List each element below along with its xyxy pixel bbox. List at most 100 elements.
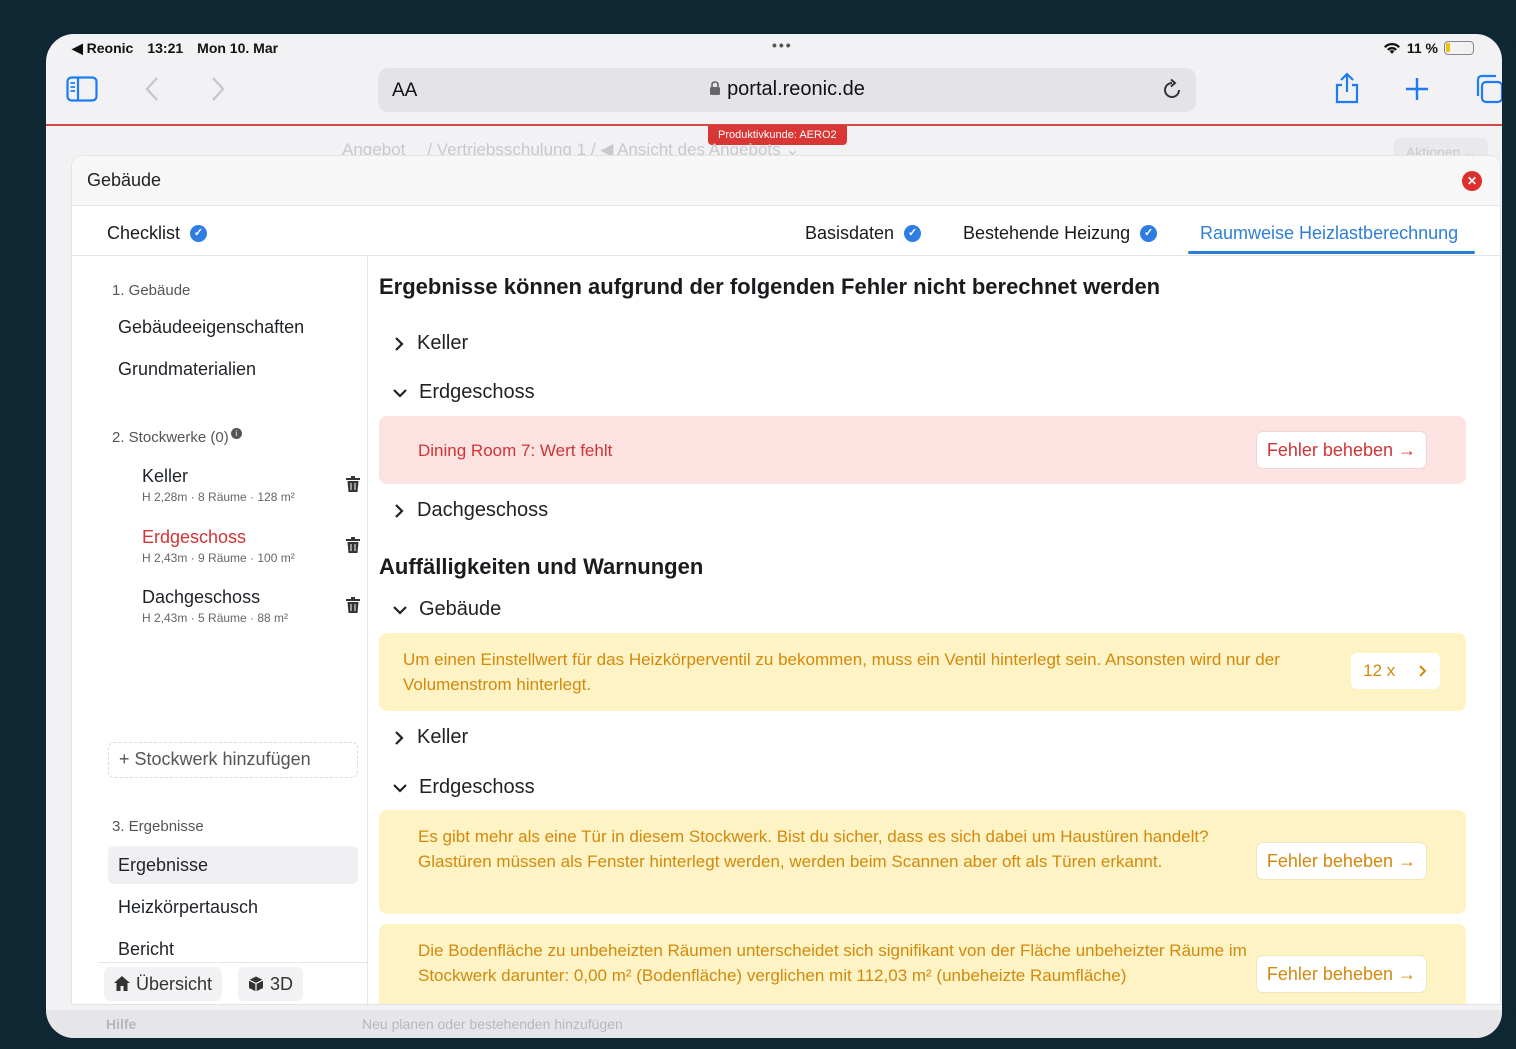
floor-name: Erdgeschoss	[142, 527, 247, 547]
modal-title: Gebäude	[87, 170, 162, 190]
warning-message: Es gibt mehr als eine Tür in diesem Stoc…	[418, 827, 1209, 871]
section-label: 2. Stockwerke (0) i	[112, 428, 242, 446]
accordion-label: Erdgeschoss	[419, 381, 535, 403]
warnings-heading: Auffälligkeiten und Warnungen	[379, 554, 704, 579]
modal-header: Gebäude ✕	[72, 156, 1500, 206]
fix-warning-button[interactable]: Fehler beheben →	[1256, 843, 1426, 879]
accordion-label: Gebäude	[419, 598, 502, 620]
3d-label: 3D	[270, 974, 294, 994]
modal-tabs: Checklist ✓ Basisdaten ✓ Bestehende Heiz…	[72, 206, 1500, 256]
accordion-label: Erdgeschoss	[419, 776, 535, 798]
chevron-right-icon	[1419, 665, 1427, 677]
sidebar-toggle-icon[interactable]	[66, 76, 98, 102]
background-footer: Hilfe Neu planen oder bestehenden hinzuf…	[46, 1010, 1502, 1038]
fix-error-button[interactable]: Fehler beheben →	[1256, 432, 1426, 468]
floor-item-erdgeschoss[interactable]: Erdgeschoss H 2,43m · 9 Räume · 100 m²	[142, 527, 358, 565]
floor-name: Keller	[142, 466, 189, 486]
close-modal-button[interactable]: ✕	[1462, 171, 1482, 191]
cube-icon	[248, 976, 264, 992]
accordion-keller-errors[interactable]: Keller	[393, 332, 468, 355]
back-to-app[interactable]: ◀ Reonic	[72, 40, 133, 57]
status-time: 13:21	[147, 40, 184, 56]
tab-heizung-label: Bestehende Heizung	[963, 223, 1131, 243]
check-icon: ✓	[1140, 225, 1158, 242]
status-date: Mon 10. Mar	[197, 40, 279, 56]
tab-bestehende-heizung[interactable]: Bestehende Heizung ✓	[963, 223, 1158, 244]
floor-name: Dachgeschoss	[142, 587, 261, 607]
back-arrow-icon[interactable]	[144, 76, 160, 102]
background-help: Hilfe	[106, 1016, 137, 1032]
chevron-down-icon	[393, 783, 407, 793]
sidebar-footer: Übersicht 3D	[98, 962, 368, 1004]
accordion-keller-warnings[interactable]: Keller	[393, 726, 468, 749]
new-tab-plus-icon[interactable]	[1404, 76, 1430, 102]
chevron-right-icon	[395, 730, 404, 745]
reload-icon[interactable]	[1160, 78, 1184, 102]
errors-heading: Ergebnisse können aufgrund der folgenden…	[379, 274, 1161, 299]
ipad-frame: ◀ Reonic 13:21 Mon 10. Mar ••• 11 % AA p…	[12, 6, 1516, 1049]
trash-icon[interactable]	[346, 476, 360, 492]
error-card: Dining Room 7: Wert fehlt Fehler beheben…	[379, 416, 1466, 484]
accordion-label: Keller	[417, 726, 469, 748]
tabs-overview-icon[interactable]	[1474, 74, 1502, 104]
warning-card: Die Bodenfläche zu unbeheizten Räumen un…	[379, 924, 1466, 1004]
address-bar[interactable]: AA portal.reonic.de	[378, 68, 1196, 112]
screen: ◀ Reonic 13:21 Mon 10. Mar ••• 11 % AA p…	[46, 34, 1502, 1038]
sidebar-item-grundmaterialien[interactable]: Grundmaterialien	[108, 350, 358, 388]
tab-basisdaten[interactable]: Basisdaten ✓	[805, 223, 922, 244]
floor-meta: H 2,43m · 9 Räume · 100 m²	[142, 551, 295, 565]
check-icon: ✓	[904, 225, 922, 242]
sidebar-item-gebaeudeeigenschaften[interactable]: Gebäudeeigenschaften	[108, 308, 358, 346]
accordion-gebaeude-warnings[interactable]: Gebäude	[393, 598, 501, 621]
url-text: portal.reonic.de	[727, 78, 865, 100]
accordion-erdgeschoss-warnings[interactable]: Erdgeschoss	[393, 776, 535, 799]
add-floor-button[interactable]: + Stockwerk hinzufügen	[108, 742, 358, 778]
tab-heizlast-label: Raumweise Heizlastberechnung	[1200, 223, 1459, 243]
share-icon[interactable]	[1334, 72, 1360, 104]
chevron-down-icon	[393, 388, 407, 398]
status-bar: ◀ Reonic 13:21 Mon 10. Mar ••• 11 %	[46, 34, 1502, 62]
warning-count: 12 x	[1363, 661, 1396, 680]
check-icon: ✓	[190, 225, 208, 242]
battery-percent: 11 %	[1406, 40, 1438, 56]
floor-meta: H 2,43m · 5 Räume · 88 m²	[142, 611, 289, 625]
section-label: 1. Gebäude	[112, 282, 191, 299]
wifi-icon	[1383, 43, 1400, 54]
multitask-dots[interactable]: •••	[772, 37, 793, 53]
background-hint: Neu planen oder bestehenden hinzufügen	[362, 1016, 623, 1032]
trash-icon[interactable]	[346, 597, 360, 613]
overview-label: Übersicht	[136, 974, 213, 994]
3d-view-button[interactable]: 3D	[238, 967, 304, 1001]
building-modal: Gebäude ✕ Checklist ✓ Basisdaten ✓ Beste…	[72, 156, 1500, 1004]
tab-raumweise-heizlast[interactable]: Raumweise Heizlastberechnung	[1200, 223, 1458, 244]
error-message: Dining Room 7: Wert fehlt	[418, 441, 613, 460]
sidebar-item-heizkoerpertausch[interactable]: Heizkörpertausch	[108, 888, 358, 926]
forward-arrow-icon[interactable]	[210, 76, 226, 102]
tab-checklist-label: Checklist	[107, 223, 181, 243]
overview-button[interactable]: Übersicht	[104, 967, 223, 1001]
info-icon[interactable]: i	[230, 428, 242, 439]
sidebar-item-ergebnisse[interactable]: Ergebnisse	[108, 846, 358, 884]
fix-warning-button[interactable]: Fehler beheben →	[1256, 956, 1426, 992]
browser-toolbar: AA portal.reonic.de	[46, 62, 1502, 120]
active-tab-indicator	[1188, 251, 1475, 254]
floor-meta: H 2,28m · 8 Räume · 128 m²	[142, 490, 295, 504]
warning-card: Um einen Einstellwert für das Heizkörper…	[379, 633, 1466, 711]
trash-icon[interactable]	[346, 537, 360, 553]
warning-message: Die Bodenfläche zu unbeheizten Räumen un…	[418, 941, 1247, 985]
tab-basisdaten-label: Basisdaten	[805, 223, 895, 243]
warning-card: Es gibt mehr als eine Tür in diesem Stoc…	[379, 810, 1466, 914]
lock-icon	[710, 81, 721, 95]
floor-item-keller[interactable]: Keller H 2,28m · 8 Räume · 128 m²	[142, 466, 358, 504]
chevron-down-icon	[393, 605, 407, 615]
chevron-right-icon	[395, 336, 404, 351]
accordion-dachgeschoss-errors[interactable]: Dachgeschoss	[393, 499, 548, 522]
tab-checklist[interactable]: Checklist ✓	[107, 223, 208, 244]
accordion-label: Dachgeschoss	[417, 499, 549, 521]
battery-icon	[1444, 41, 1474, 55]
section-label: 3. Ergebnisse	[112, 818, 204, 835]
accordion-erdgeschoss-errors[interactable]: Erdgeschoss	[393, 381, 535, 404]
floor-item-dachgeschoss[interactable]: Dachgeschoss H 2,43m · 5 Räume · 88 m²	[142, 587, 358, 625]
warning-count-button[interactable]: 12 x	[1351, 653, 1440, 689]
building-sidebar: 1. Gebäude Gebäudeeigenschaften Grundmat…	[98, 256, 368, 1004]
